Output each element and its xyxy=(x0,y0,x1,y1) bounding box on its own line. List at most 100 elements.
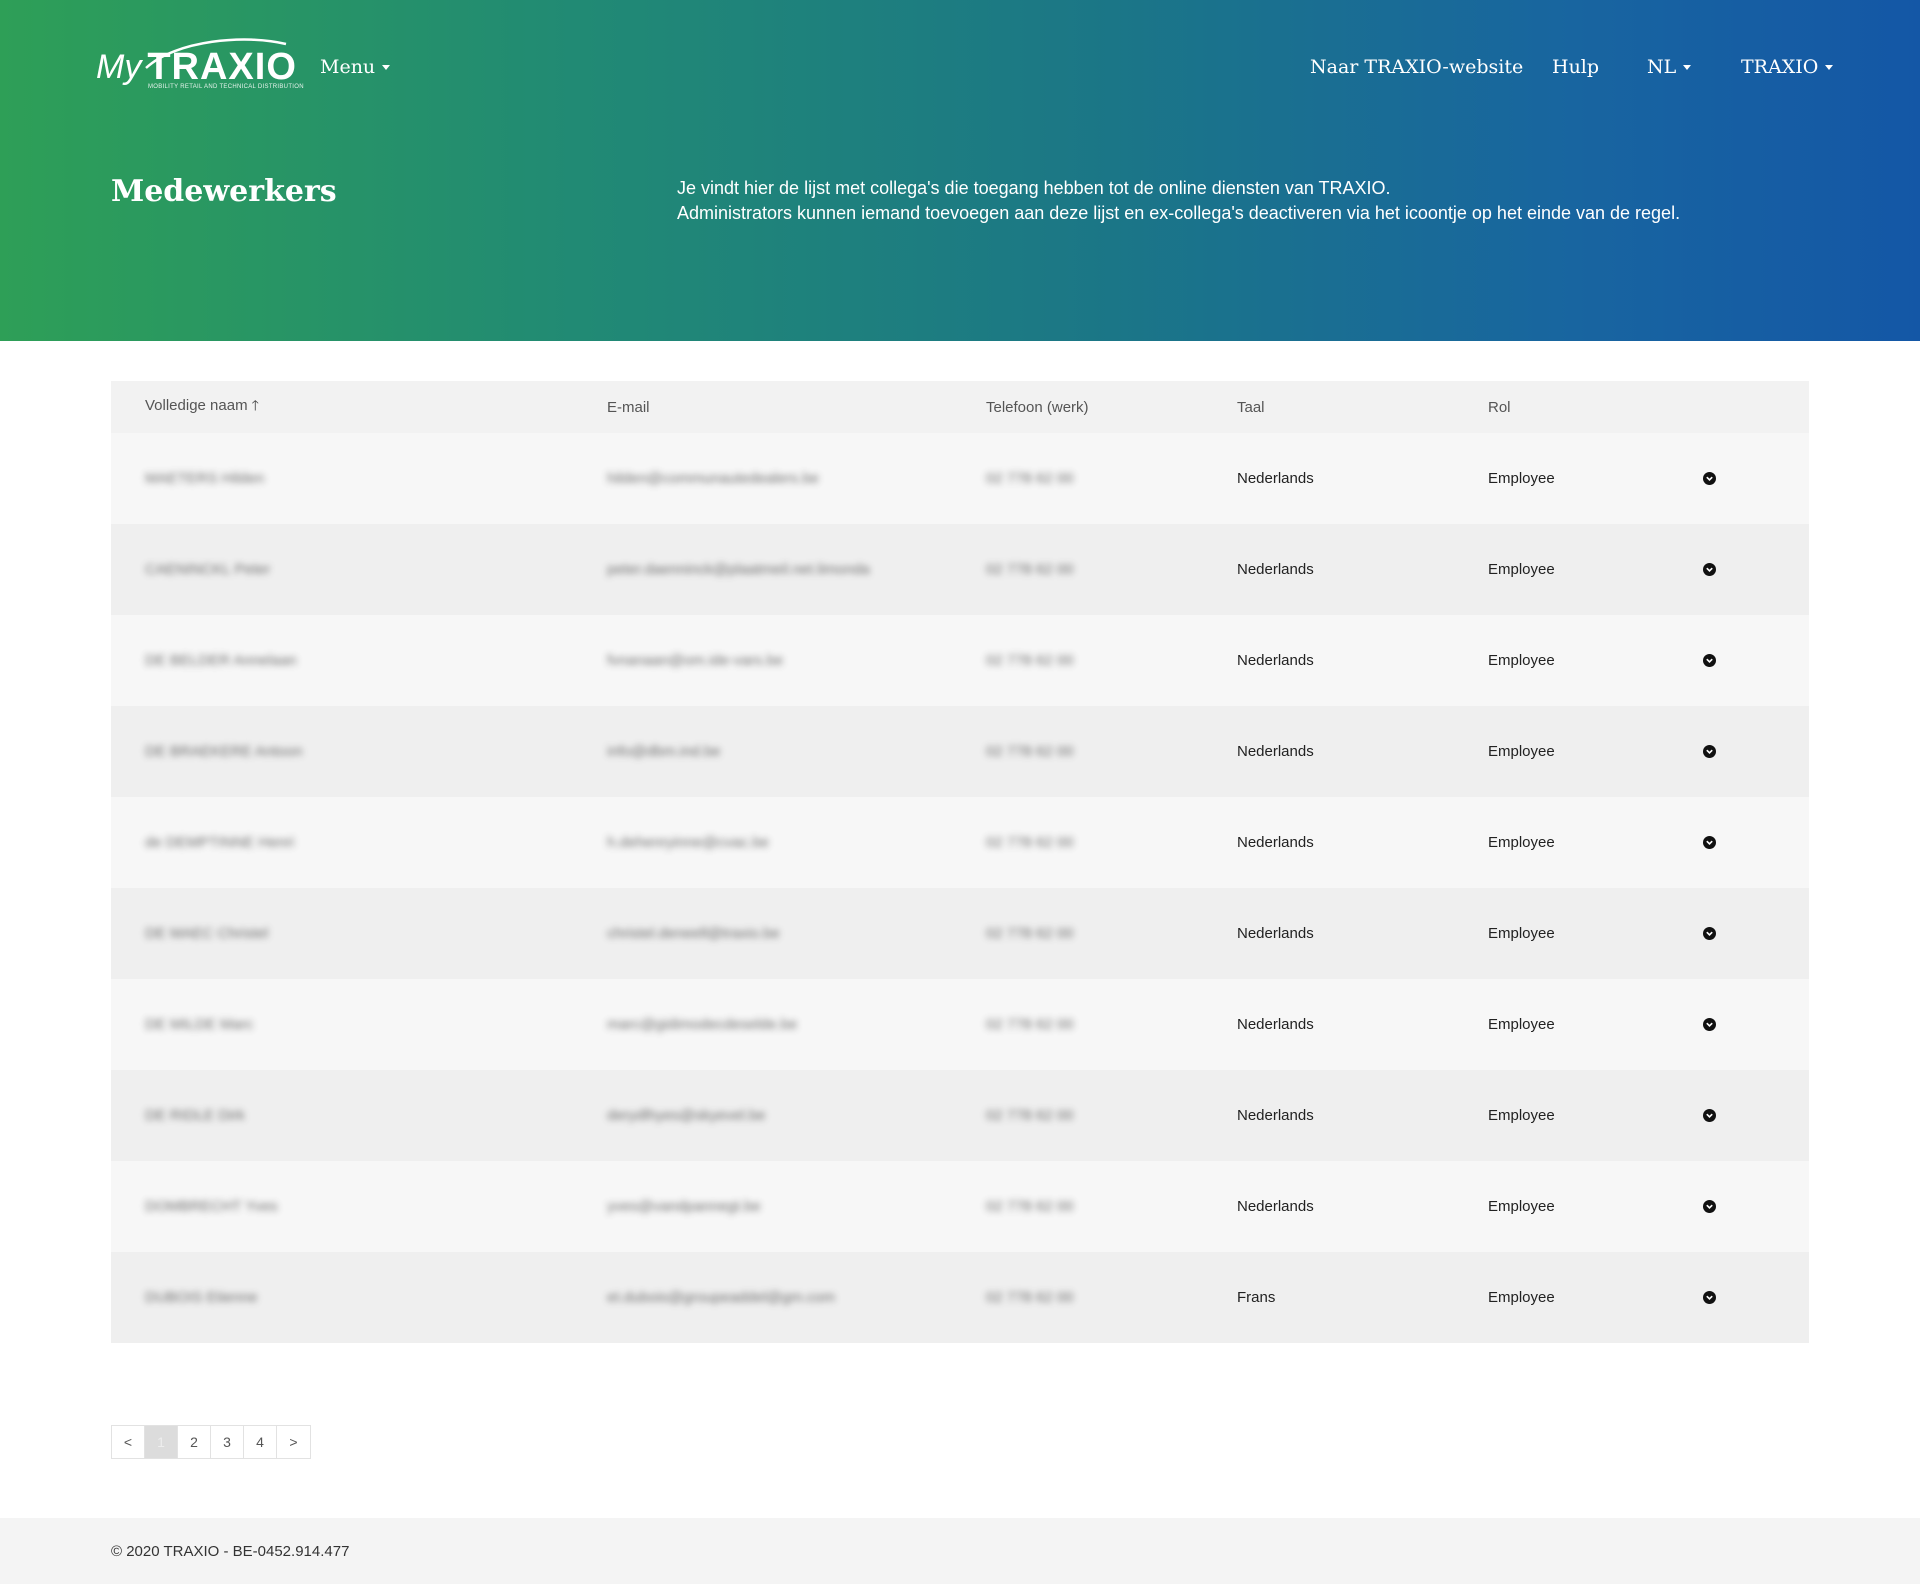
employee-phone: 02 778 62 00 xyxy=(986,1198,1074,1215)
table-row: de DEMPTINNE Henri h.dehenryinne@cvac.be 0… xyxy=(111,797,1809,888)
account-dropdown[interactable]: TRAXIO xyxy=(1741,56,1834,78)
employee-role-cell: Employee xyxy=(1488,743,1703,760)
pagination-page-3[interactable]: 3 xyxy=(211,1426,244,1458)
employee-phone-cell: 02 778 62 00 xyxy=(986,470,1237,487)
employee-phone-cell: 02 778 62 00 xyxy=(986,1107,1237,1124)
employee-name-cell: DOMBRECHT Yves xyxy=(111,1198,607,1215)
employee-role-cell: Employee xyxy=(1488,1198,1703,1215)
employee-name: DE MAEC Christel xyxy=(145,925,269,942)
pagination-page-2[interactable]: 2 xyxy=(178,1426,211,1458)
employee-role-cell: Employee xyxy=(1488,652,1703,669)
row-actions-chevron-down-icon[interactable] xyxy=(1703,745,1716,758)
employee-language: Nederlands xyxy=(1237,470,1314,487)
employee-email-cell: fvnanaan@om.ide-vars.be xyxy=(607,652,986,669)
employee-name-cell: DE RIDLE Dirk xyxy=(111,1107,607,1124)
column-header-phone[interactable]: Telefoon (werk) xyxy=(986,399,1237,416)
row-actions-chevron-down-icon[interactable] xyxy=(1703,1200,1716,1213)
row-actions-chevron-down-icon[interactable] xyxy=(1703,472,1716,485)
employee-language-cell: Nederlands xyxy=(1237,1107,1488,1124)
employee-phone: 02 778 62 00 xyxy=(986,925,1074,942)
traxio-website-link[interactable]: Naar TRAXIO-website xyxy=(1310,56,1523,78)
employee-role: Employee xyxy=(1488,1289,1555,1306)
chevron-down-icon xyxy=(1825,64,1834,70)
employee-role-cell: Employee xyxy=(1488,834,1703,851)
row-actions-chevron-down-icon[interactable] xyxy=(1703,563,1716,576)
language-dropdown[interactable]: NL xyxy=(1647,56,1692,78)
help-label: Hulp xyxy=(1552,56,1600,78)
account-label: TRAXIO xyxy=(1741,56,1819,78)
employee-email: peter.daenninck@plaatmeil.net.limonda xyxy=(607,561,870,578)
column-header-email[interactable]: E-mail xyxy=(607,399,986,416)
employee-language: Nederlands xyxy=(1237,925,1314,942)
pagination-prev-button[interactable]: < xyxy=(112,1426,145,1458)
logo-tagline: MOBILITY RETAIL AND TECHNICAL DISTRIBUTI… xyxy=(148,84,304,90)
employee-name: de DEMPTINNE Henri xyxy=(145,834,295,851)
employee-email: derydlhyes@skyevel.be xyxy=(607,1107,766,1124)
employee-name-cell: DE BRAEKERE Antoon xyxy=(111,743,607,760)
row-actions-chevron-down-icon[interactable] xyxy=(1703,1291,1716,1304)
language-label: NL xyxy=(1647,56,1677,78)
employee-language: Nederlands xyxy=(1237,743,1314,760)
employee-email-cell: yves@vandpannegt.be xyxy=(607,1198,986,1215)
employee-language-cell: Nederlands xyxy=(1237,652,1488,669)
employee-language-cell: Nederlands xyxy=(1237,470,1488,487)
employee-role: Employee xyxy=(1488,1107,1555,1124)
column-header-language[interactable]: Taal xyxy=(1237,399,1488,416)
employees-table: Volledige naam 🡑 E-mail Telefoon (werk) T… xyxy=(111,381,1809,1343)
row-actions-chevron-down-icon[interactable] xyxy=(1703,927,1716,940)
employee-phone: 02 778 62 00 xyxy=(986,743,1074,760)
mytraxio-logo[interactable]: My TRAXIO MOBILITY RETAIL AND TECHNICAL … xyxy=(96,34,304,94)
row-actions-chevron-down-icon[interactable] xyxy=(1703,1018,1716,1031)
employee-language: Nederlands xyxy=(1237,561,1314,578)
employee-phone: 02 778 62 00 xyxy=(986,1016,1074,1033)
employee-role-cell: Employee xyxy=(1488,1016,1703,1033)
pagination-next-button[interactable]: > xyxy=(277,1426,310,1458)
menu-label: Menu xyxy=(320,56,376,78)
employee-email-cell: et.dubois@groupeaddel@gm.com xyxy=(607,1289,986,1306)
employee-email: h.dehenryinne@cvac.be xyxy=(607,834,769,851)
employee-name: MAETERS Hilden xyxy=(145,470,265,487)
employee-name-cell: DE MILDE Marc xyxy=(111,1016,607,1033)
employee-role: Employee xyxy=(1488,925,1555,942)
employee-role-cell: Employee xyxy=(1488,925,1703,942)
employee-email: info@dbm.ind.be xyxy=(607,743,721,760)
column-header-role[interactable]: Rol xyxy=(1488,399,1703,416)
row-actions-cell xyxy=(1703,927,1809,940)
employee-name-cell: DUBOIS Etienne xyxy=(111,1289,607,1306)
row-actions-chevron-down-icon[interactable] xyxy=(1703,654,1716,667)
employee-role: Employee xyxy=(1488,561,1555,578)
employee-name-cell: de DEMPTINNE Henri xyxy=(111,834,607,851)
menu-dropdown[interactable]: Menu xyxy=(320,56,391,78)
employee-email-cell: derydlhyes@skyevel.be xyxy=(607,1107,986,1124)
employee-name-cell: MAETERS Hilden xyxy=(111,470,607,487)
column-header-name-label: Volledige naam xyxy=(145,397,248,414)
pagination: < 1 2 3 4 > xyxy=(111,1425,311,1459)
employee-language-cell: Nederlands xyxy=(1237,925,1488,942)
employee-role-cell: Employee xyxy=(1488,561,1703,578)
table-row: DE MAEC Christel christel.deneell@traxio.… xyxy=(111,888,1809,979)
employee-name: DOMBRECHT Yves xyxy=(145,1198,278,1215)
employee-role: Employee xyxy=(1488,1198,1555,1215)
row-actions-cell xyxy=(1703,1291,1809,1304)
column-header-name[interactable]: Volledige naam 🡑 xyxy=(111,395,607,419)
row-actions-chevron-down-icon[interactable] xyxy=(1703,836,1716,849)
employee-email-cell: hilden@communautedealers.be xyxy=(607,470,986,487)
pagination-page-1[interactable]: 1 xyxy=(145,1426,178,1458)
employee-phone-cell: 02 778 62 00 xyxy=(986,652,1237,669)
pagination-page-4[interactable]: 4 xyxy=(244,1426,277,1458)
employee-name: DE MILDE Marc xyxy=(145,1016,254,1033)
employee-role: Employee xyxy=(1488,470,1555,487)
employee-language: Nederlands xyxy=(1237,1198,1314,1215)
employee-email-cell: peter.daenninck@plaatmeil.net.limonda xyxy=(607,561,986,578)
employee-language: Nederlands xyxy=(1237,834,1314,851)
help-link[interactable]: Hulp xyxy=(1552,56,1599,78)
sort-ascending-icon: 🡑 xyxy=(251,397,259,413)
employee-name: DE BELDER Annelaan xyxy=(145,652,297,669)
table-row: DE RIDLE Dirk derydlhyes@skyevel.be 02 778… xyxy=(111,1070,1809,1161)
table-row: DOMBRECHT Yves yves@vandpannegt.be 02 778 … xyxy=(111,1161,1809,1252)
employee-email-cell: christel.deneell@traxio.be xyxy=(607,925,986,942)
employee-name: DUBOIS Etienne xyxy=(145,1289,258,1306)
employee-language-cell: Nederlands xyxy=(1237,561,1488,578)
row-actions-chevron-down-icon[interactable] xyxy=(1703,1109,1716,1122)
employee-email: marc@gidimodecdeselde.be xyxy=(607,1016,798,1033)
